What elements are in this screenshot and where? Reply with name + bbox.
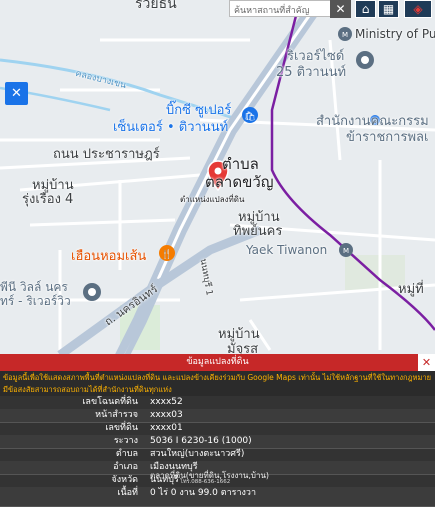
pin-caption: ตำแหน่งแปลงที่ดิน <box>180 195 245 204</box>
search-placeholder: ค้นหาสถานที่สำคัญ <box>234 6 310 16</box>
info-notice-line1: ข้อมูลนี้เพื่อใช้แสดงสภาพพื้นที่ตำแหน่งแ… <box>3 373 432 382</box>
row-value: xxxx01 <box>150 423 183 433</box>
map-label: ทิพย์นคร <box>233 224 283 239</box>
measure-tool-icon[interactable]: ✕ <box>5 82 28 105</box>
map-label: รวยธน <box>135 0 177 12</box>
map-label: เซ็นเตอร์ • ติวานนท์ <box>113 120 229 135</box>
map-label: ทร์ - ริเวอร์วิว <box>0 294 71 308</box>
map-label: Yaek Tiwanon <box>246 243 328 257</box>
row-label: ตำบล <box>115 449 138 459</box>
map-label: Ministry of Pub <box>355 27 435 41</box>
table-row: ตำบล สวนใหญ่(บางตะนาวศรี) <box>0 448 435 462</box>
map-label: 25 ติวานนท์ <box>276 65 347 80</box>
svg-text:M: M <box>342 31 348 39</box>
table-row: ระวาง 5036 I 6230-16 (1000) <box>0 435 435 449</box>
info-notice-line2: มีข้อสงสัยสามารถสอบถามได้ที่สำนักงานที่ด… <box>3 385 172 394</box>
map-label: ถนน ประชาราษฎร์ <box>53 147 160 162</box>
table-row: เนื้อที่ 0 ไร่ 0 งาน 99.0 ตารางวา <box>0 487 435 507</box>
map-label: ตลาดขวัญ <box>205 173 274 191</box>
row-label: เลขที่ดิน <box>105 423 138 433</box>
watermark-phone: โทร.088-636-1662 <box>180 479 231 485</box>
info-panel-header: ข้อมูลแปลงที่ดิน ✕ <box>0 354 435 371</box>
row-label: เลขโฉนดที่ดิน <box>82 397 138 407</box>
table-row: หน้าสำรวจ xxxx03 <box>0 409 435 423</box>
row-label: อำเภอ <box>113 462 138 472</box>
row-value: xxxx52 <box>150 397 183 407</box>
row-value: xxxx03 <box>150 410 183 420</box>
info-notice: ข้อมูลนี้เพื่อใช้แสดงสภาพพื้นที่ตำแหน่งแ… <box>0 371 435 396</box>
svg-text:🍴: 🍴 <box>161 248 172 260</box>
map-label: เฮือนหอมเส้น <box>71 249 147 264</box>
search-input[interactable]: ค้นหาสถานที่สำคัญ <box>229 0 331 17</box>
map-label: หมู่ที่ <box>398 282 424 297</box>
row-value: 5036 I 6230-16 (1000) <box>150 436 252 446</box>
row-value: สวนใหญ่(บางตะนาวศรี) <box>150 449 245 459</box>
row-value: 0 ไร่ 0 งาน 99.0 ตารางวา <box>150 488 257 498</box>
home-icon[interactable]: ⌂ <box>355 0 376 18</box>
info-panel-close-button[interactable]: ✕ <box>418 354 435 371</box>
row-label: หน้าสำรวจ <box>95 410 138 420</box>
row-label: ระวาง <box>113 436 138 446</box>
svg-text:🛍: 🛍 <box>244 111 255 122</box>
table-row: เลขโฉนดที่ดิน xxxx52 <box>0 396 435 410</box>
layers-icon[interactable]: ◈ <box>404 0 432 18</box>
row-label: จังหวัด <box>111 475 139 485</box>
grid-icon[interactable]: ▦ <box>378 0 399 18</box>
map-label: ข้าราชการพลเ <box>346 130 429 145</box>
map-label: รุ่งเรือง 4 <box>22 192 74 207</box>
row-label: เนื้อที่ <box>117 488 138 498</box>
svg-text:M: M <box>343 247 349 255</box>
info-panel-title: ข้อมูลแปลงที่ดิน <box>186 357 249 367</box>
table-row: เลขที่ดิน xxxx01 <box>0 422 435 436</box>
search-clear-button[interactable]: ✕ <box>330 0 351 18</box>
info-table: เลขโฉนดที่ดิน xxxx52 หน้าสำรวจ xxxx03 เลขท… <box>0 396 435 507</box>
